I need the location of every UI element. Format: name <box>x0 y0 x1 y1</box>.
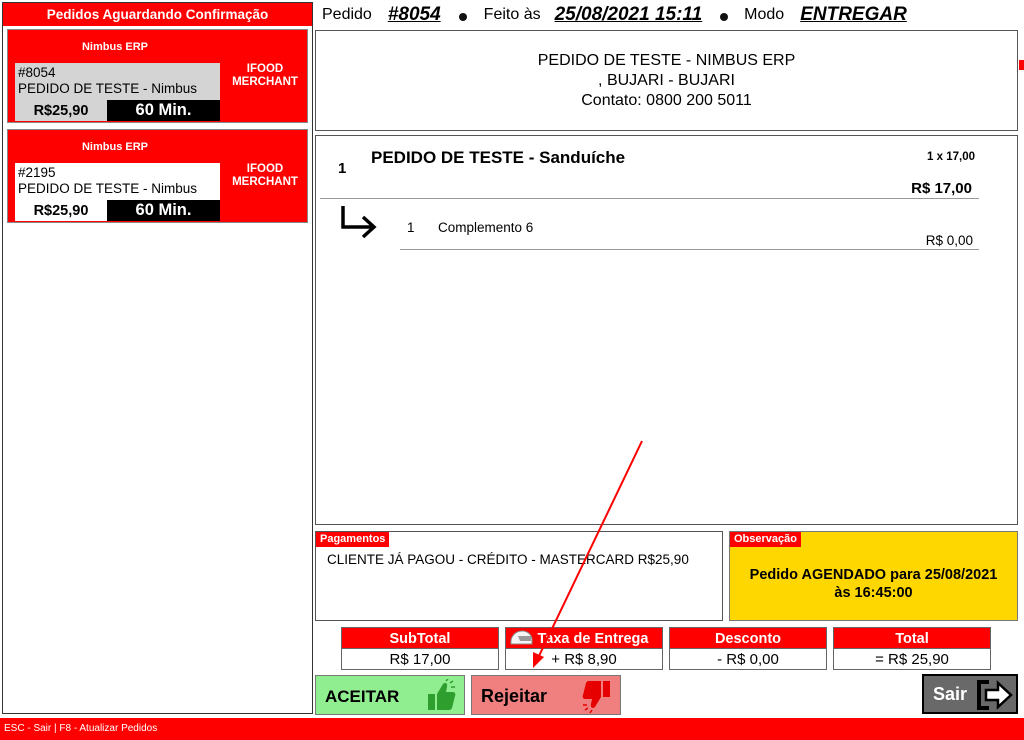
item-qty: 1 <box>338 160 347 177</box>
total-label: Total <box>833 627 991 648</box>
mode-value: ENTREGAR <box>800 4 907 25</box>
discount-value: - R$ 0,00 <box>669 648 827 670</box>
order-card-time: 60 Min. <box>107 100 220 121</box>
order-card-info: #2195 PEDIDO DE TESTE - Nimbus <box>15 163 220 200</box>
delivery-fee-block: Taxa de Entrega + R$ 8,90 <box>505 627 663 670</box>
observation-label: Observação <box>730 532 801 547</box>
total-block: Total = R$ 25,90 <box>833 627 991 670</box>
accept-button-label: ACEITAR <box>325 687 400 706</box>
exit-button[interactable]: Sair <box>922 674 1018 714</box>
complement-qty: 1 <box>407 220 415 235</box>
motorcycle-helmet-icon <box>510 630 533 645</box>
order-card-time: 60 Min. <box>107 200 220 221</box>
order-card-customer: PEDIDO DE TESTE - Nimbus <box>18 181 198 196</box>
order-card-number: #2195 <box>18 165 56 180</box>
total-value: = R$ 25,90 <box>833 648 991 670</box>
store-contact: Contato: 0800 200 5011 <box>581 92 752 109</box>
order-number: #8054 <box>387 4 441 25</box>
delivery-fee-value: + R$ 8,90 <box>505 648 663 670</box>
exit-icon <box>977 680 1013 710</box>
scroll-marker <box>1019 60 1024 70</box>
discount-block: Desconto - R$ 0,00 <box>669 627 827 670</box>
observation-box: Observação Pedido AGENDADO para 25/08/20… <box>729 531 1018 621</box>
merchant-line2: MERCHANT <box>232 76 298 88</box>
subtotal-block: SubTotal R$ 17,00 <box>341 627 499 670</box>
reject-button[interactable]: Rejeitar <box>471 675 621 715</box>
delivery-fee-header: Taxa de Entrega <box>505 627 663 648</box>
order-card-number: #8054 <box>18 65 56 80</box>
merchant-line1: IFOOD <box>246 163 284 175</box>
discount-label: Desconto <box>669 627 827 648</box>
payments-box: Pagamentos CLIENTE JÁ PAGOU - CRÉDITO - … <box>315 531 723 621</box>
made-datetime: 25/08/2021 15:11 <box>554 4 703 25</box>
order-card-price: R$25,90 <box>15 100 107 121</box>
accept-button[interactable]: ACEITAR <box>315 675 465 715</box>
order-card-2195[interactable]: Nimbus ERP #2195 PEDIDO DE TESTE - Nimbu… <box>7 129 308 223</box>
complement-price: R$ 0,00 <box>925 233 973 248</box>
order-card-erp: Nimbus ERP <box>81 41 148 53</box>
subtotal-value: R$ 17,00 <box>341 648 499 670</box>
subtotal-label: SubTotal <box>341 627 499 648</box>
thumbs-down-icon <box>582 681 610 713</box>
payments-label: Pagamentos <box>316 532 390 547</box>
payments-text: CLIENTE JÁ PAGOU - CRÉDITO - MASTERCARD … <box>327 552 689 567</box>
item-divider <box>320 198 979 199</box>
order-card-price: R$25,90 <box>15 200 107 221</box>
order-header: Pedido #8054 Feito às 25/08/2021 15:11 M… <box>322 0 1022 30</box>
thumbs-up-icon <box>428 679 456 710</box>
store-info: PEDIDO DE TESTE - NIMBUS ERP , BUJARI - … <box>315 30 1018 131</box>
made-label: Feito às <box>483 6 541 23</box>
delivery-fee-label: Taxa de Entrega <box>537 631 649 647</box>
store-name: PEDIDO DE TESTE - NIMBUS ERP <box>537 52 796 69</box>
order-card-info: #8054 PEDIDO DE TESTE - Nimbus <box>15 63 220 100</box>
status-bar: ESC - Sair | F8 - Atualizar Pedidos <box>0 718 1024 740</box>
separator-dot <box>720 13 729 21</box>
reject-button-label: Rejeitar <box>481 686 548 706</box>
observation-line1: Pedido AGENDADO para 25/08/2021 <box>749 567 998 583</box>
order-label: Pedido <box>322 6 372 23</box>
order-card-erp: Nimbus ERP <box>81 141 148 153</box>
complement-name: Complemento 6 <box>438 220 534 235</box>
complement-divider <box>400 249 979 250</box>
item-name: PEDIDO DE TESTE - Sanduíche <box>371 148 626 167</box>
observation-line2: às 16:45:00 <box>834 585 913 601</box>
separator-dot <box>458 13 467 21</box>
order-card-customer: PEDIDO DE TESTE - Nimbus <box>18 81 198 96</box>
store-address: , BUJARI - BUJARI <box>598 72 735 89</box>
merchant-line2: MERCHANT <box>232 176 298 188</box>
mode-label: Modo <box>744 6 785 23</box>
order-items: 1 PEDIDO DE TESTE - Sanduíche 1 x 17,00 … <box>315 135 1018 525</box>
item-total: R$ 17,00 <box>911 180 972 197</box>
orders-sidebar: Pedidos Aguardando Confirmação Nimbus ER… <box>2 2 313 714</box>
merchant-line1: IFOOD <box>246 63 284 75</box>
observation-text: Pedido AGENDADO para 25/08/2021 às 16:45… <box>730 566 1017 602</box>
return-arrow-icon <box>341 206 377 239</box>
order-card-merchant: IFOOD MERCHANT <box>223 163 307 189</box>
order-card-8054[interactable]: Nimbus ERP #8054 PEDIDO DE TESTE - Nimbu… <box>7 29 308 123</box>
sidebar-title: Pedidos Aguardando Confirmação <box>3 3 312 26</box>
order-card-merchant: IFOOD MERCHANT <box>223 63 307 89</box>
item-unit-price: 1 x 17,00 <box>927 151 975 163</box>
exit-button-label: Sair <box>933 684 968 704</box>
